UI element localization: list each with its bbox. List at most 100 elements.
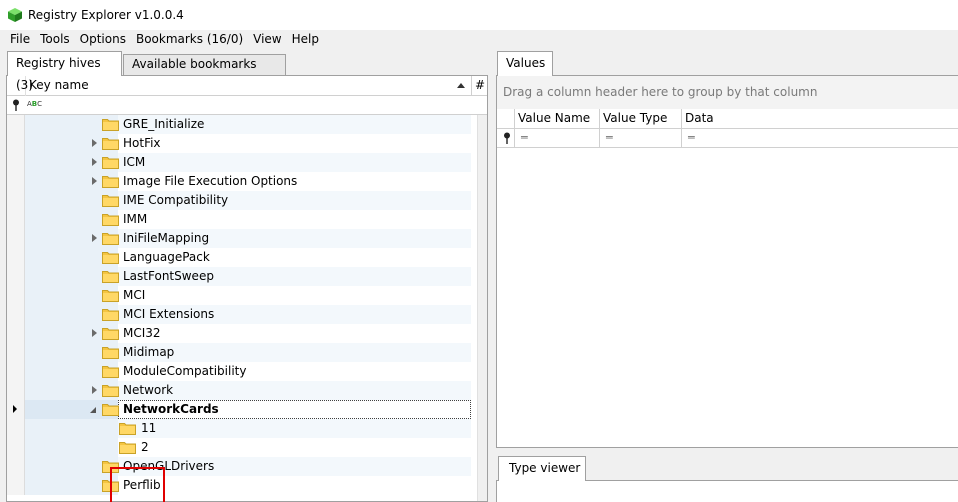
row-indicator[interactable] [7,172,25,191]
tree-grid-header: Key name # [7,76,487,96]
expand-arrow-icon[interactable] [92,177,97,185]
key-name-label: IniFileMapping [123,231,210,245]
equals-filter-icon[interactable]: ═ [606,131,613,144]
tree-row[interactable]: LanguagePack [7,248,471,267]
tree-filter-row[interactable]: ABC [7,96,487,115]
tree-row[interactable]: IME Compatibility [7,191,471,210]
key-name-cell[interactable]: IME Compatibility [25,191,471,210]
values-filter-row[interactable]: ═ ═ ═ [497,129,958,148]
key-name-cell[interactable]: MCI Extensions [25,305,471,324]
tree-row[interactable]: GRE_Initialize [7,115,471,134]
key-name-cell[interactable]: NetworkCards [25,400,471,419]
tree-row[interactable]: Image File Execution Options [7,172,471,191]
key-name-cell[interactable]: ICM [25,153,471,172]
tree-row[interactable]: LastFontSweep [7,267,471,286]
key-name-cell[interactable]: Midimap [25,343,471,362]
key-name-cell[interactable]: IniFileMapping [25,229,471,248]
row-indicator[interactable] [7,210,25,229]
tree-row-child[interactable]: 11 [7,419,471,438]
tree-row[interactable]: IMM [7,210,471,229]
tab-type-viewer[interactable]: Type viewer [498,456,586,481]
menu-options[interactable]: Options [75,30,131,49]
tree-row[interactable]: ModuleCompatibility [7,362,471,381]
filter-separator [514,129,515,148]
key-name-cell[interactable]: OpenGLDrivers [25,457,471,476]
tree-row-child[interactable]: 2 [7,438,471,457]
title-bar: Registry Explorer v1.0.0.4 [0,0,958,30]
tree-row[interactable]: IniFileMapping [7,229,471,248]
key-name-cell[interactable]: LastFontSweep [25,267,471,286]
key-name-cell[interactable]: GRE_Initialize [25,115,471,134]
key-name-cell[interactable]: Network [25,381,471,400]
tree-row[interactable]: MCI32 [7,324,471,343]
tab-values[interactable]: Values [497,51,553,76]
menu-help[interactable]: Help [287,30,324,49]
row-indicator[interactable] [7,191,25,210]
folder-icon [102,308,119,321]
tree-name-area [118,286,471,305]
tree-row[interactable]: HotFix [7,134,471,153]
menu-file[interactable]: File [0,30,35,49]
row-indicator[interactable] [7,419,25,438]
row-indicator[interactable] [7,362,25,381]
tree-row[interactable]: NetworkCards [7,400,471,419]
tree-row[interactable]: Network [7,381,471,400]
type-viewer-panel [496,480,958,502]
tree-row[interactable]: Perflib [7,476,471,495]
row-indicator[interactable] [7,267,25,286]
key-name-cell[interactable]: 11 [25,419,471,438]
tree-name-area [118,153,471,172]
row-indicator[interactable] [7,476,25,495]
row-indicator[interactable] [7,400,25,419]
menu-view[interactable]: View [248,30,286,49]
key-name-cell[interactable]: 2 [25,438,471,457]
expand-arrow-icon[interactable] [92,234,97,242]
tab-registry-hives[interactable]: Registry hives (3) [7,51,122,92]
column-header-value-type[interactable]: Value Type [599,109,681,129]
key-name-label: NetworkCards [123,402,219,416]
collapse-arrow-icon[interactable] [90,407,96,413]
column-header-key-name[interactable]: Key name [25,76,471,96]
expand-arrow-icon[interactable] [92,139,97,147]
tree-row[interactable]: OpenGLDrivers [7,457,471,476]
expand-arrow-icon[interactable] [92,158,97,166]
tree-rows: GRE_Initialize HotFix ICM Image File Execut… [7,115,471,495]
tree-vertical-scrollbar[interactable] [477,115,487,501]
panel-splitter[interactable] [489,49,496,502]
key-name-cell[interactable]: MCI [25,286,471,305]
column-header-hash[interactable]: # [471,76,487,96]
equals-filter-icon[interactable]: ═ [521,131,528,144]
key-name-cell[interactable]: ModuleCompatibility [25,362,471,381]
row-indicator[interactable] [7,324,25,343]
row-indicator[interactable] [7,134,25,153]
row-indicator[interactable] [7,153,25,172]
tree-row[interactable]: MCI Extensions [7,305,471,324]
column-header-value-name[interactable]: Value Name [514,109,600,129]
tree-row[interactable]: MCI [7,286,471,305]
tree-row[interactable]: Midimap [7,343,471,362]
group-by-bar[interactable]: Drag a column header here to group by th… [497,76,958,109]
expand-arrow-icon[interactable] [92,329,97,337]
row-indicator[interactable] [7,343,25,362]
column-header-data[interactable]: Data [681,109,958,129]
tab-available-bookmarks[interactable]: Available bookmarks (39/0) [123,54,286,90]
key-name-cell[interactable]: HotFix [25,134,471,153]
key-name-cell[interactable]: LanguagePack [25,248,471,267]
key-name-cell[interactable]: MCI32 [25,324,471,343]
row-indicator[interactable] [7,381,25,400]
row-indicator[interactable] [7,457,25,476]
row-indicator[interactable] [7,438,25,457]
row-indicator[interactable] [7,115,25,134]
key-name-cell[interactable]: Perflib [25,476,471,495]
row-indicator[interactable] [7,286,25,305]
row-indicator[interactable] [7,248,25,267]
row-indicator[interactable] [7,305,25,324]
tree-row[interactable]: ICM [7,153,471,172]
key-name-cell[interactable]: IMM [25,210,471,229]
expand-arrow-icon[interactable] [92,386,97,394]
key-name-cell[interactable]: Image File Execution Options [25,172,471,191]
row-indicator[interactable] [7,229,25,248]
equals-filter-icon[interactable]: ═ [688,131,695,144]
menu-bookmarks[interactable]: Bookmarks (16/0) [131,30,248,49]
menu-tools[interactable]: Tools [35,30,75,49]
